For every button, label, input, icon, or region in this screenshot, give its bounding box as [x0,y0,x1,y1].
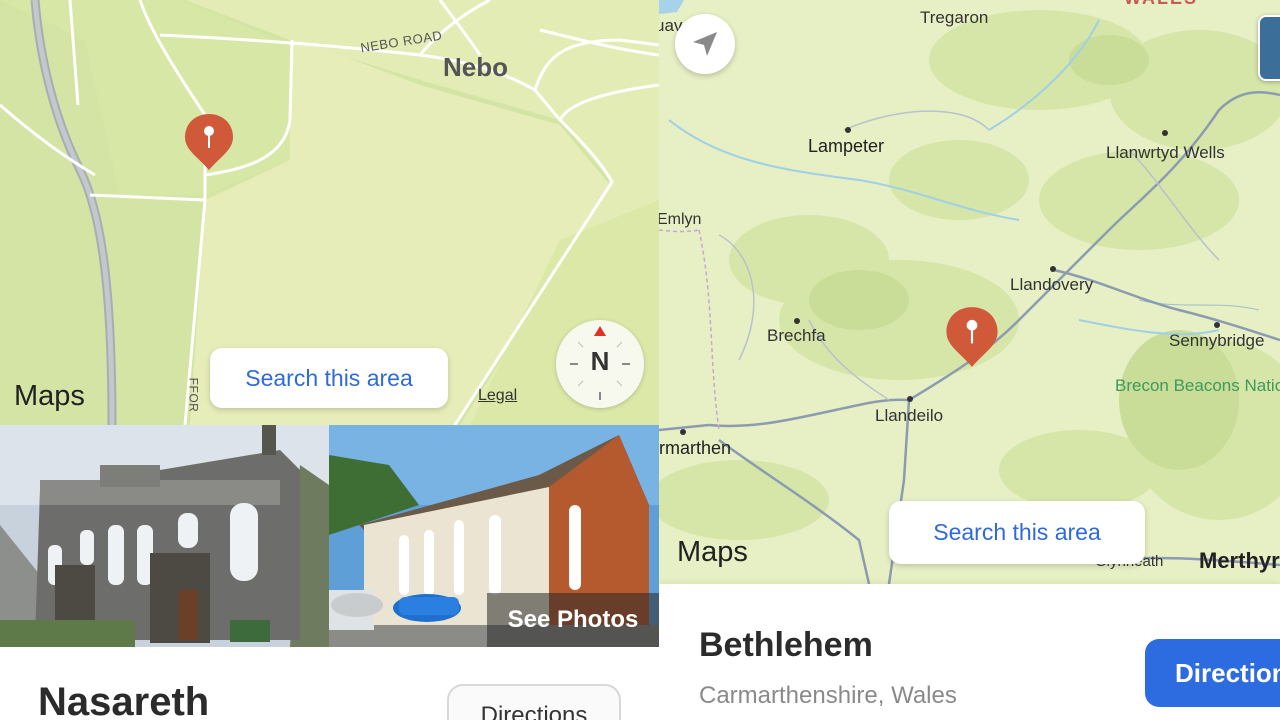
town-dot [907,396,913,402]
map-label-llanwrtyd: Llanwrtyd Wells [1106,143,1225,162]
map-label-carmarthen: rmarthen [659,438,732,458]
map-label-llandeilo: Llandeilo [875,406,944,425]
legal-link[interactable]: Legal [478,387,517,405]
search-this-area-button[interactable]: Search this area [210,348,448,408]
place-card: Bethlehem Carmarthenshire, Wales Directi… [659,584,1280,720]
directions-button[interactable]: Directions [1145,639,1280,707]
town-dot [794,318,800,324]
photo-chapel-side[interactable]: See Photos [329,425,659,647]
compass-north-letter: N [590,346,610,376]
compass-button[interactable]: N [556,320,644,408]
map-label-emlyn: Emlyn [659,211,702,228]
map-label-llandovery: Llandovery [1010,275,1094,294]
apple-maps-logo: Maps [675,536,748,569]
right-panel: Tregaron WALES uav Lampeter Llanwrtyd We… [659,0,1280,720]
map-label-sennybridge: Sennybridge [1169,331,1265,350]
map-label-brechfa: Brechfa [767,326,826,345]
search-this-area-button[interactable]: Search this area [889,501,1145,564]
map-type-thumbnail[interactable] [1258,15,1280,81]
location-pin-icon[interactable] [183,112,235,172]
map-view-regional[interactable]: Tregaron WALES uav Lampeter Llanwrtyd We… [659,0,1280,584]
map-label-town: Nebo [443,52,508,82]
map-label-tregaron: Tregaron [920,8,989,27]
map-label-merthyr: Merthyr [1199,548,1280,573]
location-pin-icon[interactable] [944,305,1000,369]
town-dot [845,127,851,133]
current-location-button[interactable] [675,14,735,74]
maps-logo-text: Maps [14,380,85,412]
maps-logo-text: Maps [677,536,748,568]
place-subtitle: Carmarthenshire, Wales [699,682,957,709]
town-dot [680,429,686,435]
map-view[interactable]: Nebo NEBO ROAD FFOR Search this area Map… [0,0,659,425]
place-title: Bethlehem [699,626,873,664]
apple-maps-logo: Maps [12,380,85,413]
photo-gallery[interactable]: See Photos [0,425,659,647]
map-label-wales: WALES [1124,0,1198,9]
town-dot [1050,266,1056,272]
map-label-vertical-road: FFOR [186,377,201,413]
left-panel: Nebo NEBO ROAD FFOR Search this area Map… [0,0,659,720]
map-label-lampeter: Lampeter [808,136,885,156]
see-photos-button[interactable]: See Photos [487,593,659,647]
directions-button[interactable]: Directions [447,684,621,720]
town-dot [1214,322,1220,328]
map-background-regional [659,0,1280,584]
location-arrow-icon [693,32,717,56]
town-dot [1162,130,1168,136]
photo-chapel-front[interactable] [0,425,329,647]
map-label-national-park: Brecon Beacons National Park [1115,376,1280,395]
place-title: Nasareth [38,680,210,720]
chapel-photo-image [0,425,329,647]
